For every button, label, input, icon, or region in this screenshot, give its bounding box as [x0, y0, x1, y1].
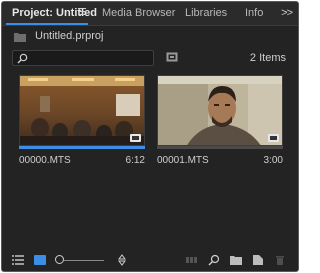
active-tab-indicator [6, 23, 88, 25]
clip-name: 00000.MTS [19, 155, 71, 166]
search-row: 2 Items [2, 50, 298, 68]
icon-view-icon[interactable] [34, 254, 46, 266]
clip-thumbnail[interactable] [19, 75, 145, 146]
sort-icon[interactable] [116, 254, 128, 266]
panel-tabs: Project: Untitled Media Browser Librarie… [2, 2, 298, 26]
automate-to-sequence-icon[interactable] [186, 254, 198, 266]
project-header: Untitled.prproj [2, 28, 298, 46]
clip-thumbnail[interactable] [157, 75, 283, 146]
clip-duration: 3:00 [263, 155, 283, 166]
clip-progress-fill [19, 146, 145, 149]
tab-media-browser[interactable]: Media Browser [102, 2, 175, 26]
conference-room-thumbnail [20, 76, 144, 145]
new-bin-icon[interactable] [230, 254, 242, 266]
video-badge-icon [268, 134, 279, 142]
find-icon[interactable] [208, 254, 220, 266]
new-item-icon[interactable] [252, 254, 264, 266]
bottom-toolbar [2, 250, 298, 271]
clip-duration: 6:12 [125, 155, 145, 166]
search-icon [17, 53, 28, 64]
clip-thumbnail-card[interactable]: 00000.MTS 6:12 [19, 75, 145, 166]
clip-progress-bar [19, 146, 145, 149]
list-view-icon[interactable] [12, 254, 24, 266]
folder-icon [14, 33, 26, 42]
search-field[interactable] [12, 50, 154, 66]
search-input[interactable] [33, 52, 151, 64]
project-file-name: Untitled.prproj [35, 30, 104, 42]
tab-info[interactable]: Info [245, 2, 263, 26]
selfie-thumbnail [158, 76, 282, 145]
project-panel: Project: Untitled Media Browser Librarie… [1, 1, 299, 272]
clip-thumbnail-card[interactable]: 00001.MTS 3:00 [157, 75, 283, 166]
panel-menu-icon[interactable] [78, 8, 86, 18]
video-badge-icon [130, 134, 141, 142]
tab-libraries[interactable]: Libraries [185, 2, 227, 26]
clip-name: 00001.MTS [157, 155, 209, 166]
tab-overflow-button[interactable]: >> [281, 2, 293, 26]
item-count: 2 Items [249, 52, 286, 64]
clip-progress-bar [157, 146, 283, 149]
new-bin-from-search-icon[interactable] [166, 51, 178, 63]
zoom-slider-knob[interactable] [55, 255, 64, 264]
clear-icon[interactable] [274, 254, 286, 266]
zoom-slider-track[interactable] [64, 260, 104, 261]
